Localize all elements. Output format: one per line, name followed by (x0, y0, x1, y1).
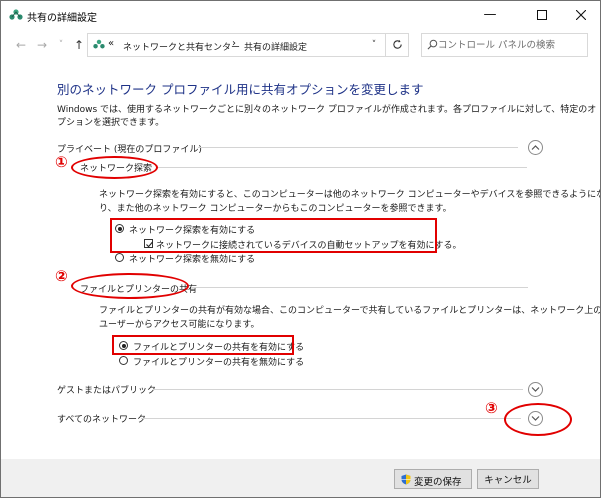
back-button[interactable]: ← (13, 37, 29, 53)
annotation-number-3: ③ (485, 399, 498, 417)
discovery-off-radio[interactable] (115, 253, 124, 262)
section-divider (198, 147, 518, 148)
close-button[interactable] (559, 1, 600, 29)
address-dropdown-button[interactable]: ˅ (367, 38, 381, 52)
network-app-icon (9, 9, 23, 20)
refresh-icon (393, 39, 402, 49)
page-title: 別のネットワーク プロファイル用に共有オプションを変更します (57, 82, 424, 97)
up-button[interactable]: ↑ (71, 37, 87, 53)
window: 共有の詳細設定 — ← → ˅ ↑ « ネットワークと共有センター › 共有の詳… (0, 0, 601, 498)
refresh-button[interactable] (385, 33, 409, 57)
breadcrumb-advanced-sharing[interactable]: 共有の詳細設定 (244, 40, 307, 53)
breadcrumb-prefix: « (108, 38, 115, 49)
network-discovery-desc-line2: り、また他のネットワーク コンピューターからもこのコンピューターを参照できます。 (99, 204, 452, 214)
annotation-box-sharing (112, 335, 294, 355)
maximize-icon (537, 9, 547, 20)
save-changes-label: 変更の保存 (414, 477, 462, 488)
arrow-left-icon: ← (15, 38, 27, 52)
sharing-off-radio[interactable] (119, 356, 128, 365)
minimize-button[interactable]: — (468, 1, 512, 29)
page-description-line2: プションを選択できます。 (57, 118, 165, 128)
forward-button[interactable]: → (34, 37, 50, 53)
annotation-ellipse-3 (504, 403, 572, 436)
search-input[interactable] (438, 37, 583, 53)
breadcrumb-separator: › (232, 38, 236, 49)
title-bar: 共有の詳細設定 — (1, 1, 600, 29)
sharing-off-label[interactable]: ファイルとプリンターの共有を無効にする (133, 355, 304, 368)
page-description-line1: Windows では、使用するネットワークごとに別々のネットワーク プロファイル… (57, 105, 597, 115)
annotation-box-discovery (110, 218, 437, 253)
arrow-right-icon: → (36, 38, 48, 52)
breadcrumb-network-center[interactable]: ネットワークと共有センター (123, 40, 240, 53)
all-networks-label: すべてのネットワーク (57, 415, 147, 425)
annotation-ellipse-1 (71, 156, 158, 179)
private-collapse-button[interactable] (528, 140, 543, 155)
subsection-divider (157, 167, 527, 168)
cancel-button[interactable]: キャンセル (477, 469, 539, 489)
chevron-down-icon: ˅ (371, 40, 377, 50)
close-icon (575, 9, 587, 20)
private-profile-label: プライベート (現在のプロファイル) (57, 145, 202, 155)
chevron-down-icon: ˅ (58, 40, 64, 50)
search-icon (427, 39, 438, 50)
guest-expand-button[interactable] (528, 382, 543, 397)
annotation-ellipse-2 (71, 273, 189, 299)
section-divider (153, 389, 523, 390)
chevron-down-icon (531, 387, 540, 392)
save-changes-button[interactable]: 変更の保存 (394, 469, 472, 489)
sharing-desc-line1: ファイルとプリンターの共有が有効な場合、このコンピューターで共有しているファイル… (99, 306, 601, 316)
cancel-label: キャンセル (484, 475, 532, 486)
subsection-divider (191, 287, 528, 288)
shield-icon (401, 474, 411, 485)
discovery-off-label[interactable]: ネットワーク探索を無効にする (129, 252, 255, 265)
sharing-desc-line2: ユーザーからアクセス可能になります。 (99, 320, 260, 330)
network-icon (93, 39, 105, 49)
arrow-up-icon: ↑ (73, 38, 85, 52)
recent-locations-button[interactable]: ˅ (53, 37, 69, 53)
minimize-icon: — (483, 7, 497, 22)
annotation-number-2: ② (55, 267, 68, 285)
guest-public-label: ゲストまたはパブリック (57, 386, 157, 396)
network-discovery-desc-line1: ネットワーク探索を有効にすると、このコンピューターは他のネットワーク コンピュー… (99, 190, 601, 200)
maximize-button[interactable] (520, 1, 564, 29)
chevron-up-icon (531, 145, 540, 150)
window-title: 共有の詳細設定 (27, 13, 97, 24)
section-divider (141, 418, 521, 419)
annotation-number-1: ① (55, 153, 68, 171)
